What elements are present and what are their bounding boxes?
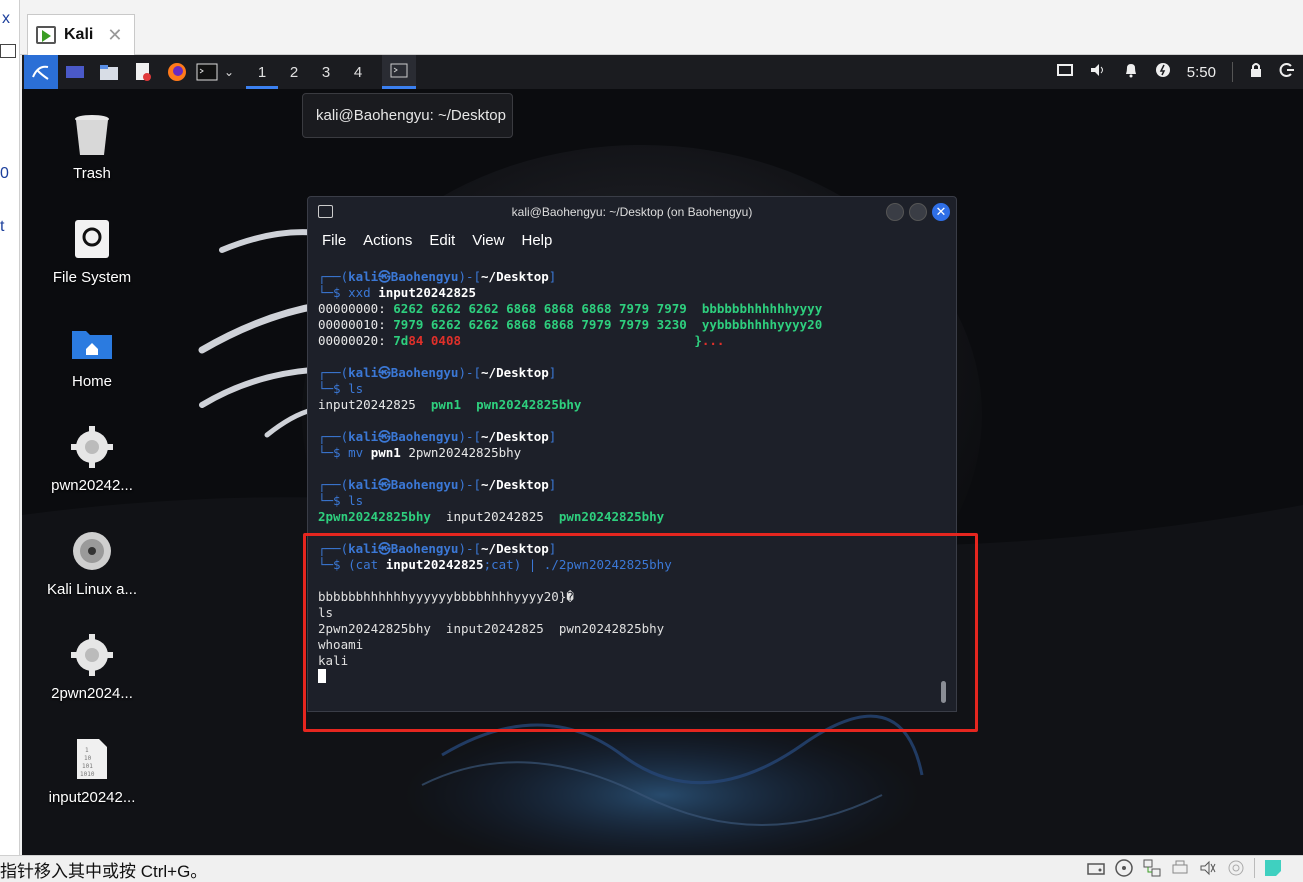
binary-file-icon: 1 10 101 1010 [70, 737, 114, 781]
output-line: 2pwn20242825bhy input20242825 pwn2024282… [318, 509, 665, 524]
taskbar-tooltip: kali@Baohengyu: ~/Desktop [302, 93, 513, 138]
desktop-icon-label: Trash [73, 165, 111, 182]
trash-icon [70, 113, 114, 157]
desktop-icon-label: 2pwn2024... [51, 685, 133, 702]
screen: x 0 t Kali ✕ ⌄ 1 2 3 4 5:50 kali@Baoheng… [0, 0, 1303, 882]
host-glyph: x [2, 10, 10, 27]
workspace-4[interactable]: 4 [342, 55, 374, 89]
desktop-icon-trash[interactable]: Trash [42, 113, 142, 182]
workspace-2[interactable]: 2 [278, 55, 310, 89]
output-line: input20242825 pwn1 pwn20242825bhy [318, 397, 582, 412]
text-editor-icon[interactable] [126, 55, 160, 89]
clock[interactable]: 5:50 [1187, 64, 1216, 81]
terminal-icon [318, 205, 333, 218]
status-message: 指针移入其中或按 Ctrl+G。 [0, 861, 208, 881]
network-adapter-icon[interactable] [1142, 858, 1162, 878]
gear-icon [70, 633, 114, 677]
network-icon[interactable] [1056, 63, 1073, 81]
terminal-menubar: File Actions Edit View Help [308, 227, 956, 253]
top-panel: ⌄ 1 2 3 4 5:50 [22, 55, 1303, 89]
close-icon[interactable]: ✕ [107, 25, 122, 46]
host-glyph: 0 [0, 165, 9, 182]
kali-desktop: ⌄ 1 2 3 4 5:50 kali@Baohengyu: ~/Desktop… [22, 55, 1303, 855]
menu-edit[interactable]: Edit [429, 232, 455, 249]
power-manager-icon[interactable] [1155, 62, 1171, 82]
prompt-line: ┌──(kali㉿Baohengyu)-[~/Desktop] [318, 269, 557, 284]
device-icons [1086, 858, 1283, 878]
output-line: 00000000: 6262 6262 6262 6868 6868 6868 … [318, 301, 823, 316]
desktop-icon-pwn[interactable]: pwn20242... [42, 425, 142, 494]
menu-help[interactable]: Help [521, 232, 552, 249]
file-manager-icon[interactable] [92, 55, 126, 89]
menu-actions[interactable]: Actions [363, 232, 412, 249]
system-tray: 5:50 [1056, 55, 1303, 89]
vm-icon [36, 26, 56, 44]
desktop-icon-label: Kali Linux a... [46, 581, 138, 598]
desktop-icon-label: input20242... [48, 789, 136, 806]
command-line: └─$ ls [318, 381, 364, 396]
logout-icon[interactable] [1279, 62, 1295, 82]
vm-tab-label: Kali [64, 26, 94, 43]
lock-icon[interactable] [1249, 62, 1263, 82]
filesystem-icon [70, 217, 114, 261]
vmware-statusbar: 指针移入其中或按 Ctrl+G。 [0, 855, 1303, 882]
desktop-icon-2pwn[interactable]: 2pwn2024... [42, 633, 142, 702]
desktop-icon-home[interactable]: Home [42, 321, 142, 390]
command-line: └─$ mv pwn1 2pwn20242825bhy [318, 445, 522, 460]
vmware-tabbar: Kali ✕ [20, 0, 1303, 55]
desktop-icon-label: File System [52, 269, 132, 286]
desktop-icon-label: Home [71, 373, 112, 390]
maximize-button[interactable] [909, 203, 927, 221]
notes-icon[interactable] [1263, 858, 1283, 878]
svg-text:1: 1 [85, 747, 89, 754]
cdrom-icon[interactable] [1114, 858, 1134, 878]
close-button[interactable]: ✕ [932, 203, 950, 221]
svg-text:10: 10 [84, 755, 92, 762]
desktop-show-icon[interactable] [58, 55, 92, 89]
desktop-icon-input[interactable]: 1 10 101 1010 input20242... [42, 737, 142, 806]
prompt-line: ┌──(kali㉿Baohengyu)-[~/Desktop] [318, 365, 557, 380]
svg-text:1010: 1010 [80, 771, 95, 778]
highlight-box [303, 533, 978, 732]
minimize-button[interactable] [886, 203, 904, 221]
taskbar-terminal-button[interactable] [382, 55, 416, 89]
svg-text:101: 101 [82, 763, 93, 770]
output-line: 00000020: 7d84 0408 }... [318, 333, 725, 348]
command-line: └─$ ls [318, 493, 364, 508]
terminal-title: kali@Baohengyu: ~/Desktop (on Baohengyu) [511, 205, 753, 219]
host-left-strip: x 0 t [0, 0, 20, 855]
host-dropdown-icon[interactable] [0, 44, 16, 58]
notification-bell-icon[interactable] [1123, 62, 1139, 82]
harddisk-icon[interactable] [1086, 858, 1106, 878]
menu-view[interactable]: View [472, 232, 504, 249]
home-folder-icon [70, 321, 114, 365]
sound-icon[interactable] [1198, 858, 1218, 878]
command-line: └─$ xxd input20242825 [318, 285, 477, 300]
usb-icon[interactable] [1226, 858, 1246, 878]
firefox-icon[interactable] [160, 55, 194, 89]
chevron-down-icon[interactable]: ⌄ [220, 55, 238, 89]
workspace-3[interactable]: 3 [310, 55, 342, 89]
prompt-line: ┌──(kali㉿Baohengyu)-[~/Desktop] [318, 477, 557, 492]
vm-tab-kali[interactable]: Kali ✕ [27, 14, 135, 55]
printer-icon[interactable] [1170, 858, 1190, 878]
workspace-1[interactable]: 1 [246, 55, 278, 89]
host-glyph: t [0, 218, 5, 235]
disc-icon [70, 529, 114, 573]
desktop-icon-filesystem[interactable]: File System [42, 217, 142, 286]
desktop-icon-label: pwn20242... [51, 477, 133, 494]
terminal-titlebar[interactable]: kali@Baohengyu: ~/Desktop (on Baohengyu)… [308, 197, 956, 227]
terminal-launcher-icon[interactable] [194, 55, 220, 89]
prompt-line: ┌──(kali㉿Baohengyu)-[~/Desktop] [318, 429, 557, 444]
desktop-icon-kali-iso[interactable]: Kali Linux a... [42, 529, 142, 598]
volume-icon[interactable] [1089, 62, 1107, 82]
kali-menu-icon[interactable] [24, 55, 58, 89]
output-line: 00000010: 7979 6262 6262 6868 6868 7979 … [318, 317, 823, 332]
menu-file[interactable]: File [322, 232, 346, 249]
gear-icon [70, 425, 114, 469]
